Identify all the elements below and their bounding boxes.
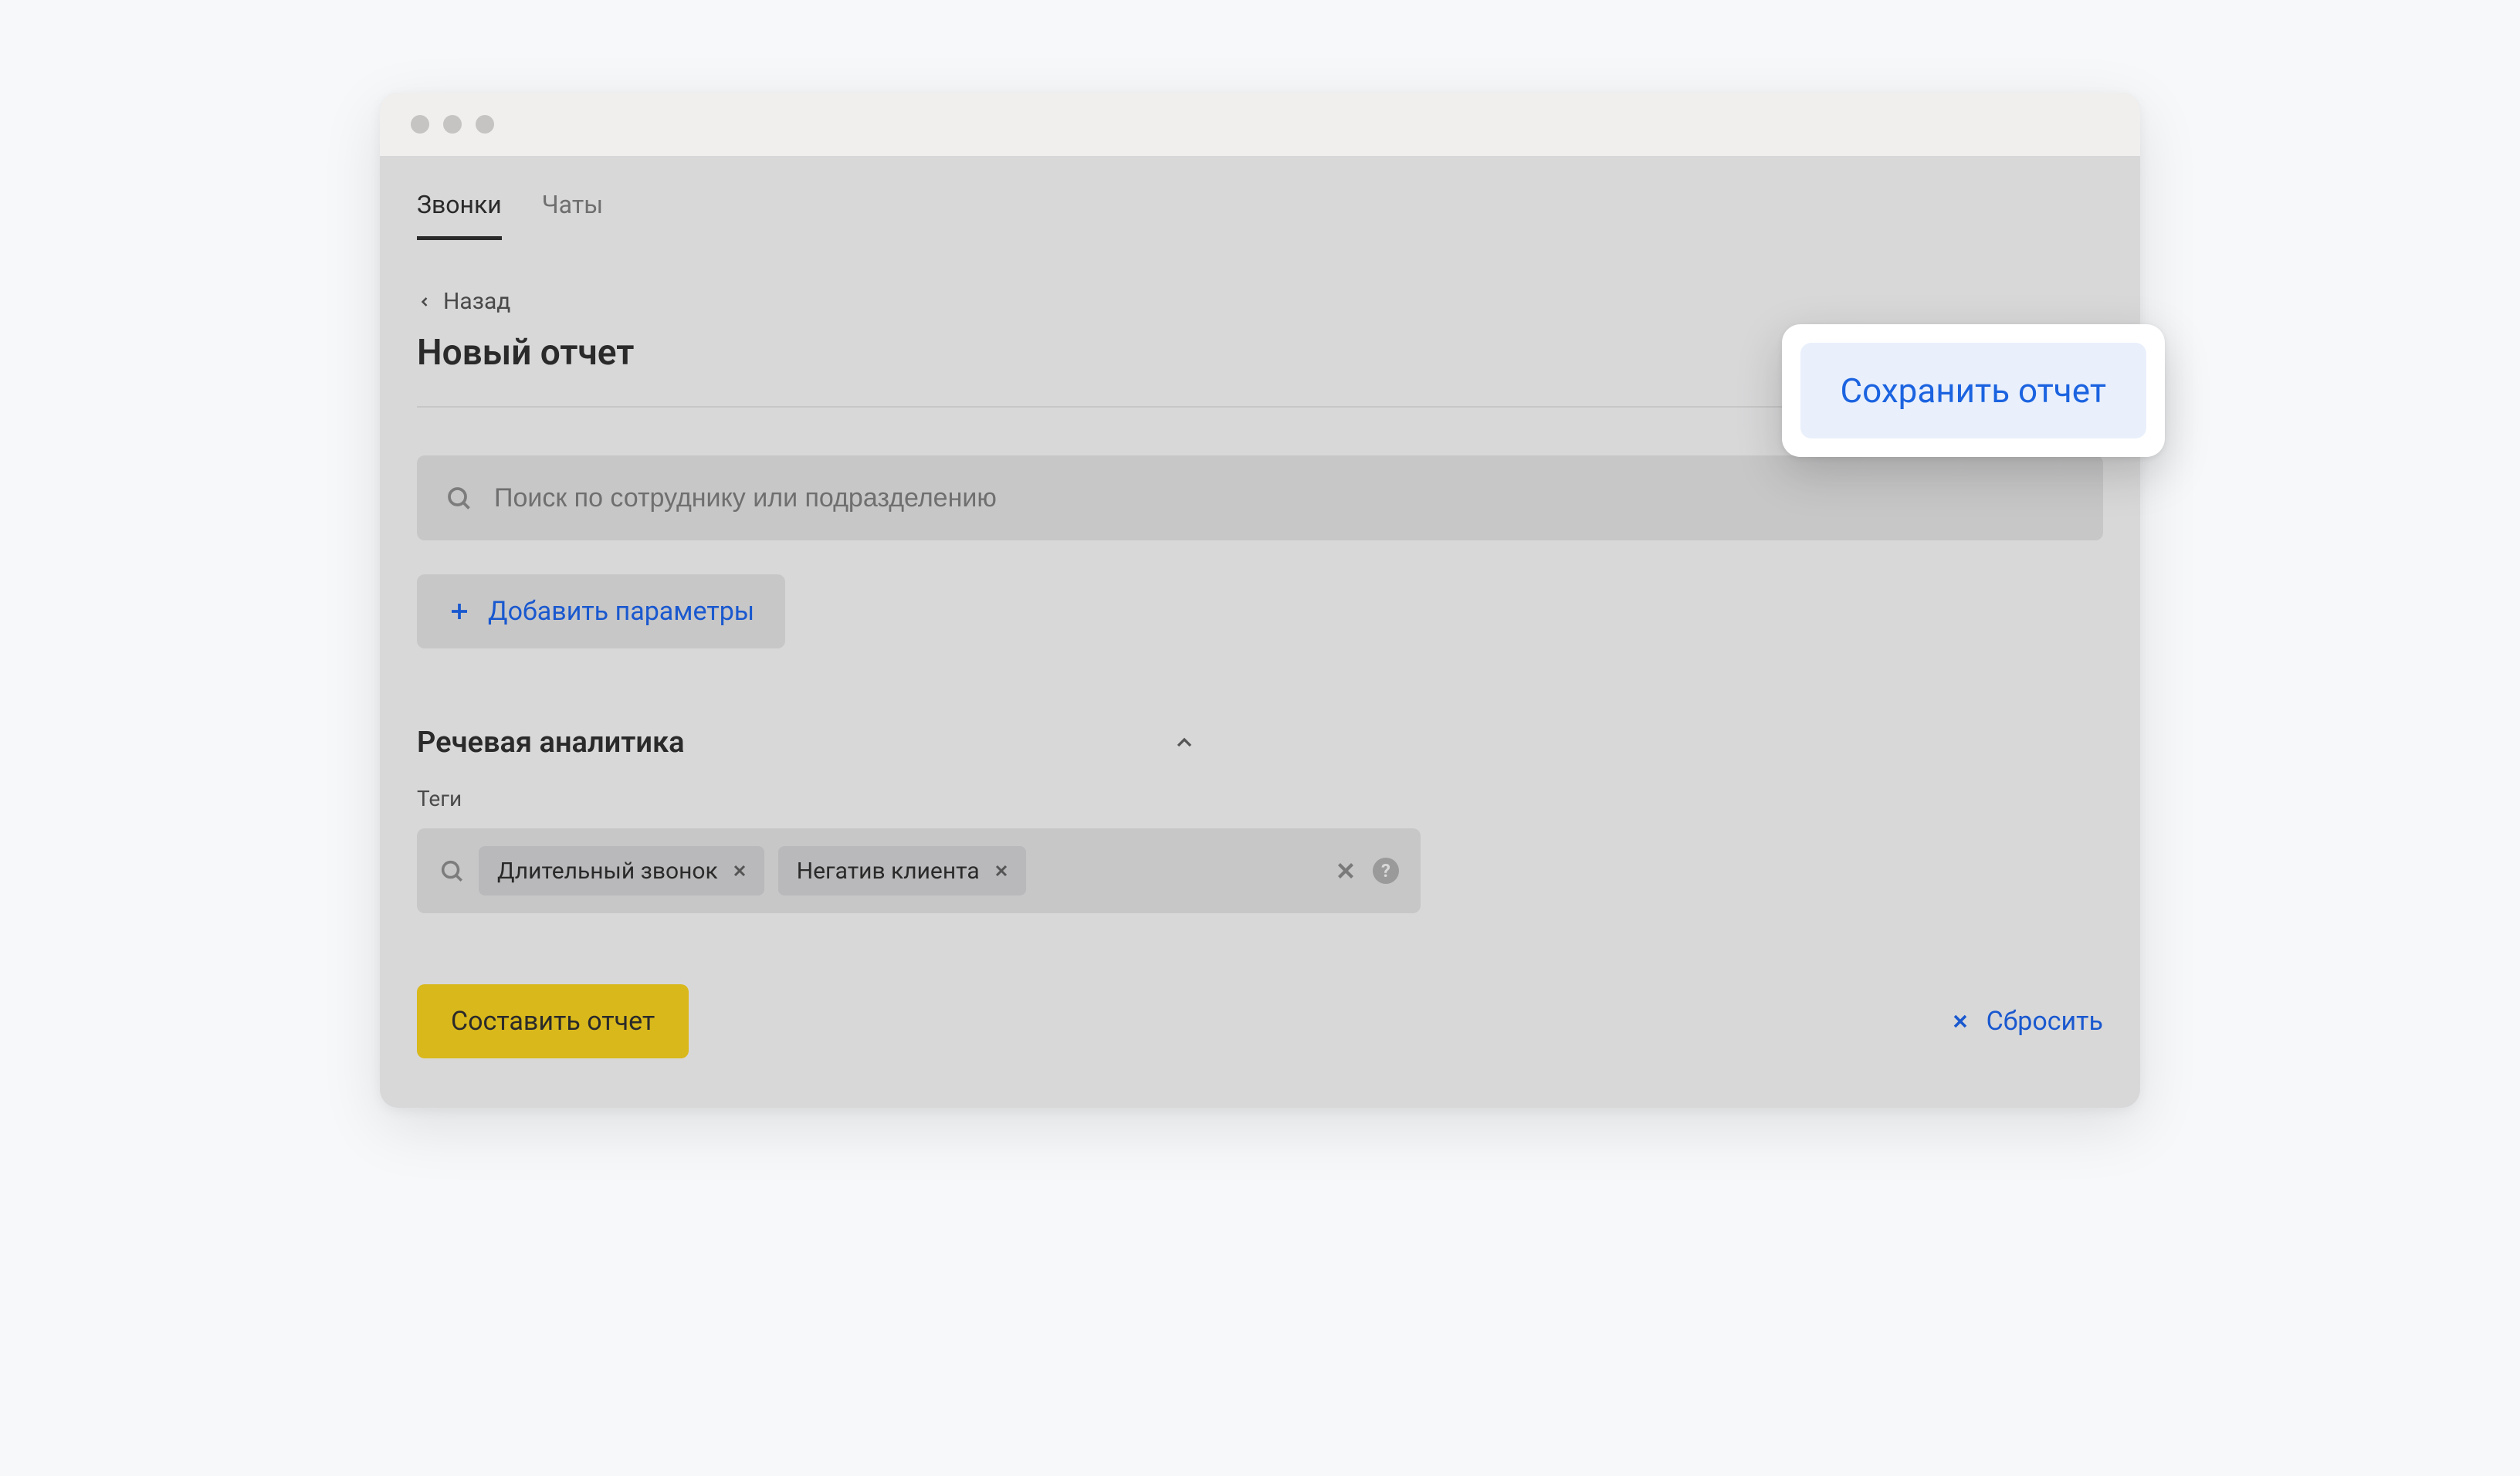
- close-icon[interactable]: [992, 862, 1011, 880]
- section-header[interactable]: Речевая аналитика: [417, 726, 1197, 760]
- back-link[interactable]: Назад: [417, 288, 2103, 315]
- search-box[interactable]: [417, 455, 2103, 540]
- close-icon[interactable]: [730, 862, 749, 880]
- tab-calls[interactable]: Звонки: [417, 190, 502, 240]
- app-window: Звонки Чаты Назад Новый отчет Добавить п…: [380, 93, 2140, 1108]
- window-titlebar: [380, 93, 2140, 156]
- tag-chip-label: Длительный звонок: [497, 858, 718, 885]
- action-row: Составить отчет Сбросить: [417, 984, 2103, 1058]
- chevron-left-icon: [417, 291, 432, 313]
- help-icon[interactable]: ?: [1373, 858, 1399, 884]
- add-parameters-button[interactable]: Добавить параметры: [417, 574, 785, 648]
- search-input[interactable]: [494, 483, 2075, 513]
- page-title: Новый отчет: [417, 332, 634, 374]
- tab-chats[interactable]: Чаты: [542, 190, 603, 240]
- tags-input[interactable]: Длительный звонок Негатив клиента ?: [417, 828, 1421, 913]
- tag-chip: Негатив клиента: [778, 846, 1026, 895]
- tag-chip-label: Негатив клиента: [797, 858, 980, 885]
- tag-chip: Длительный звонок: [479, 846, 764, 895]
- reset-label: Сбросить: [1987, 1006, 2103, 1037]
- search-icon: [439, 858, 465, 884]
- save-report-button[interactable]: Сохранить отчет: [1800, 343, 2146, 438]
- content-area: Звонки Чаты Назад Новый отчет Добавить п…: [380, 156, 2140, 1108]
- tags-label: Теги: [417, 786, 2103, 811]
- window-minimize-dot[interactable]: [443, 115, 462, 134]
- search-icon: [445, 484, 472, 512]
- window-close-dot[interactable]: [411, 115, 429, 134]
- reset-button[interactable]: Сбросить: [1949, 1006, 2103, 1037]
- chevron-up-icon[interactable]: [1172, 730, 1197, 755]
- tabs-row: Звонки Чаты: [417, 156, 2103, 240]
- window-maximize-dot[interactable]: [476, 115, 494, 134]
- plus-icon: [448, 600, 471, 623]
- compose-report-button[interactable]: Составить отчет: [417, 984, 689, 1058]
- section-title: Речевая аналитика: [417, 726, 685, 760]
- save-report-panel: Сохранить отчет: [1782, 324, 2165, 457]
- back-label: Назад: [443, 288, 510, 315]
- close-icon: [1949, 1011, 1971, 1032]
- clear-all-icon[interactable]: [1333, 858, 1359, 884]
- add-parameters-label: Добавить параметры: [488, 596, 754, 627]
